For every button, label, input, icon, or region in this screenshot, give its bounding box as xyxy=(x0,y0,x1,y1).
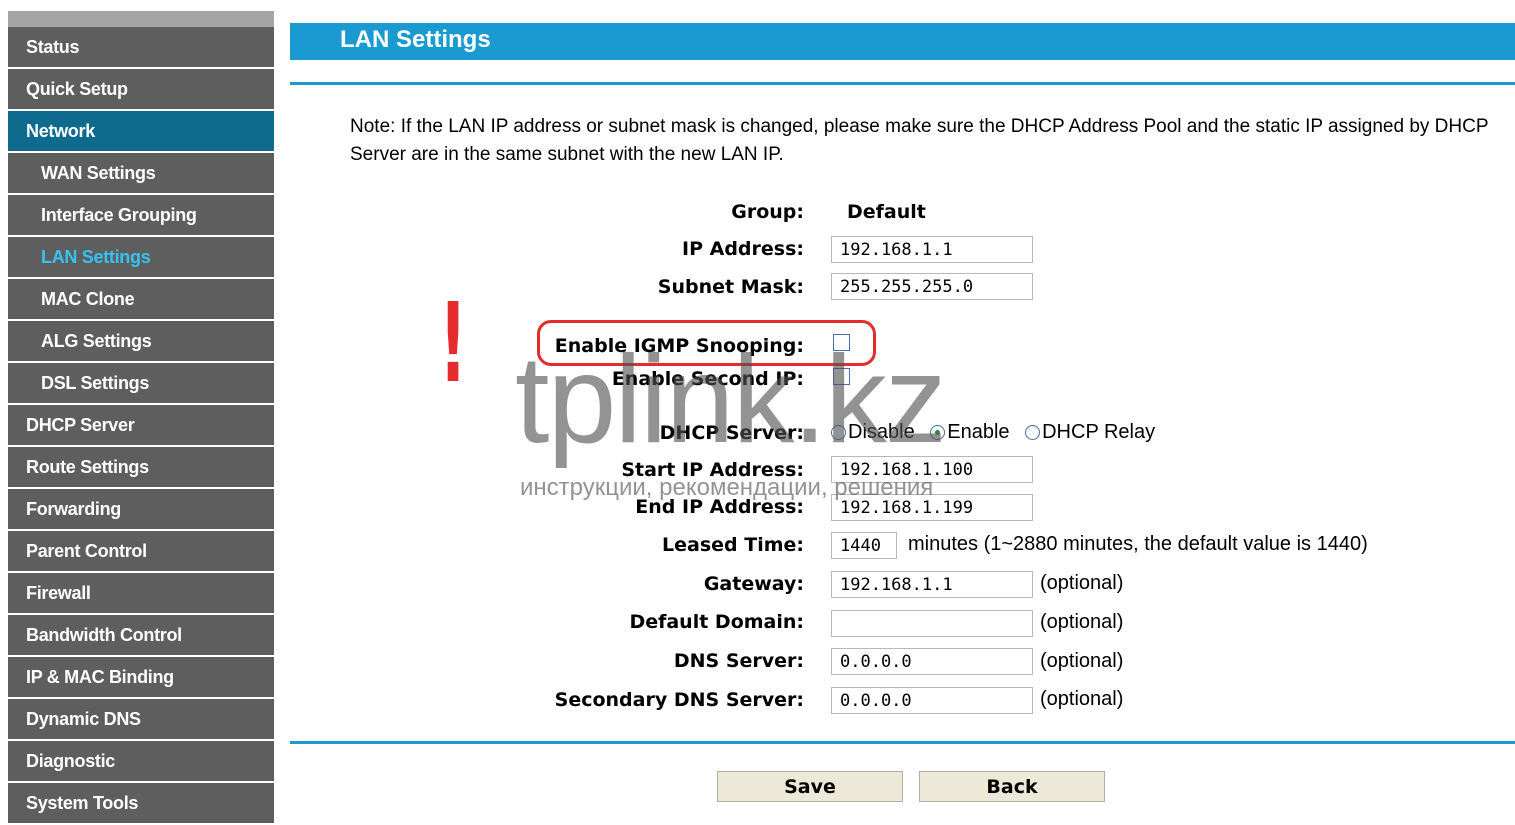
second-ip-checkbox[interactable] xyxy=(833,368,850,385)
dhcp-server-label: DHCP Server: xyxy=(659,422,804,444)
dns-server-input[interactable] xyxy=(831,648,1033,675)
dhcp-option-enable[interactable]: Enable xyxy=(930,421,1010,443)
sidebar-item-bandwidth-control[interactable]: Bandwidth Control xyxy=(8,615,274,657)
dhcp-option-relay[interactable]: DHCP Relay xyxy=(1025,421,1155,443)
sidebar-top-bar xyxy=(8,11,274,27)
sidebar-item-system-tools[interactable]: System Tools xyxy=(8,783,274,825)
subnet-mask-input[interactable] xyxy=(831,273,1033,300)
sidebar-item-mac-clone[interactable]: MAC Clone xyxy=(8,279,274,321)
back-button[interactable]: Back xyxy=(919,771,1105,802)
secondary-dns-label: Secondary DNS Server: xyxy=(554,689,804,711)
sidebar-item-status[interactable]: Status xyxy=(8,27,274,69)
sidebar-item-route-settings[interactable]: Route Settings xyxy=(8,447,274,489)
radio-dhcp-relay[interactable] xyxy=(1025,425,1041,440)
sidebar-item-lan-settings[interactable]: LAN Settings xyxy=(8,237,274,279)
save-button[interactable]: Save xyxy=(717,771,903,802)
domain-optional-hint: (optional) xyxy=(1040,611,1124,633)
sidebar-item-dsl-settings[interactable]: DSL Settings xyxy=(8,363,274,405)
sidebar-item-diagnostic[interactable]: Diagnostic xyxy=(8,741,274,783)
dns-optional-hint: (optional) xyxy=(1040,650,1124,672)
ip-address-label: IP Address: xyxy=(682,238,804,260)
divider-bottom xyxy=(290,741,1515,744)
leased-time-input[interactable] xyxy=(831,532,897,559)
sidebar-item-network[interactable]: Network xyxy=(8,111,274,153)
page-title: LAN Settings xyxy=(340,26,491,53)
group-label: Group: xyxy=(731,201,804,223)
sidebar-item-parent-control[interactable]: Parent Control xyxy=(8,531,274,573)
igmp-snooping-checkbox[interactable] xyxy=(833,334,850,351)
default-domain-input[interactable] xyxy=(831,610,1033,637)
gateway-optional-hint: (optional) xyxy=(1040,572,1124,594)
leased-time-hint: minutes (1~2880 minutes, the default val… xyxy=(908,533,1368,555)
sidebar-item-forwarding[interactable]: Forwarding xyxy=(8,489,274,531)
sidebar-item-firewall[interactable]: Firewall xyxy=(8,573,274,615)
dns2-optional-hint: (optional) xyxy=(1040,688,1124,710)
igmp-snooping-label: Enable IGMP Snooping: xyxy=(554,335,804,357)
sidebar-item-wan-settings[interactable]: WAN Settings xyxy=(8,153,274,195)
radio-disable[interactable] xyxy=(831,425,846,440)
gateway-label: Gateway: xyxy=(703,573,804,595)
subnet-mask-label: Subnet Mask: xyxy=(657,276,804,298)
page-header: LAN Settings xyxy=(290,23,1515,60)
dhcp-server-radio-group: Disable Enable DHCP Relay xyxy=(831,421,1165,444)
default-domain-label: Default Domain: xyxy=(629,611,804,633)
gateway-input[interactable] xyxy=(831,571,1033,598)
sidebar-item-interface-grouping[interactable]: Interface Grouping xyxy=(8,195,274,237)
exclamation-mark: ! xyxy=(439,279,467,407)
end-ip-input[interactable] xyxy=(831,494,1033,521)
dhcp-option-disable[interactable]: Disable xyxy=(831,421,915,443)
sidebar-item-alg-settings[interactable]: ALG Settings xyxy=(8,321,274,363)
group-value: Default xyxy=(847,201,926,223)
sidebar-item-ip-mac-binding[interactable]: IP & MAC Binding xyxy=(8,657,274,699)
secondary-dns-input[interactable] xyxy=(831,687,1033,714)
sidebar-item-dhcp-server[interactable]: DHCP Server xyxy=(8,405,274,447)
end-ip-label: End IP Address: xyxy=(635,496,804,518)
second-ip-label: Enable Second IP: xyxy=(611,368,804,390)
sidebar-menu: Status Quick Setup Network WAN Settings … xyxy=(8,11,274,825)
leased-time-label: Leased Time: xyxy=(662,534,804,556)
sidebar-item-quick-setup[interactable]: Quick Setup xyxy=(8,69,274,111)
note-text: Note: If the LAN IP address or subnet ma… xyxy=(350,116,1489,165)
radio-enable[interactable] xyxy=(930,425,946,440)
dns-server-label: DNS Server: xyxy=(673,650,804,672)
sidebar-item-dynamic-dns[interactable]: Dynamic DNS xyxy=(8,699,274,741)
divider-top xyxy=(290,82,1515,85)
start-ip-input[interactable] xyxy=(831,456,1033,483)
start-ip-label: Start IP Address: xyxy=(621,459,804,481)
ip-address-input[interactable] xyxy=(831,236,1033,263)
